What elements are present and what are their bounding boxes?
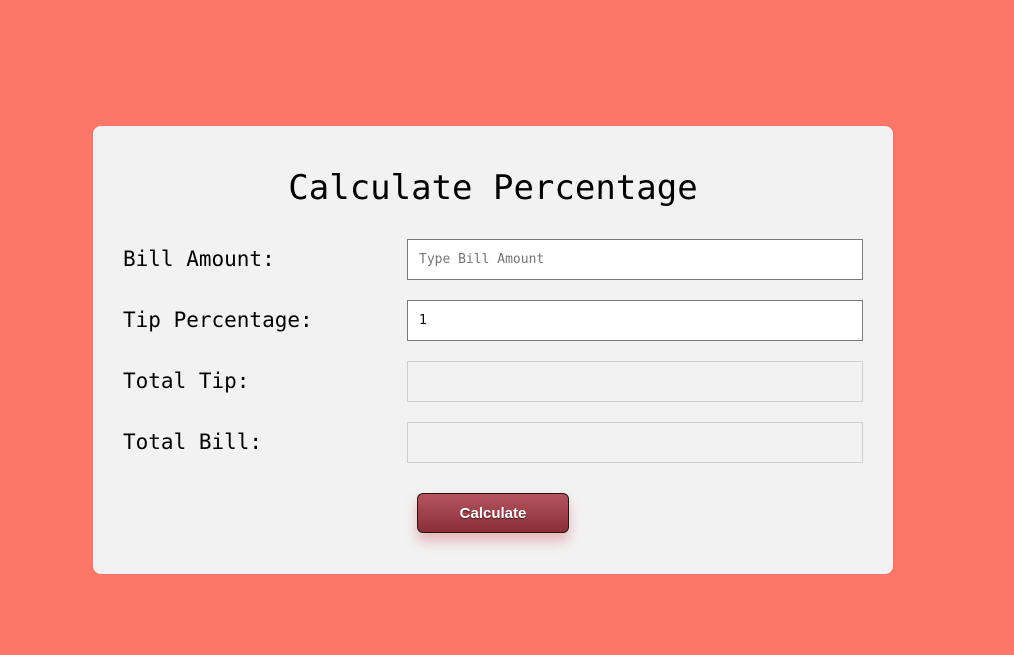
bill-amount-label: Bill Amount: <box>123 247 275 271</box>
bill-amount-row: Bill Amount: <box>123 239 863 280</box>
calculator-card: Calculate Percentage Bill Amount: Tip Pe… <box>93 126 893 574</box>
page-title: Calculate Percentage <box>288 168 698 208</box>
total-tip-label: Total Tip: <box>123 369 250 393</box>
tip-percentage-label: Tip Percentage: <box>123 308 313 332</box>
total-bill-output <box>407 422 863 463</box>
tip-percentage-row: Tip Percentage: <box>123 300 863 341</box>
total-tip-row: Total Tip: <box>123 361 863 402</box>
calculate-button[interactable]: Calculate <box>417 493 569 533</box>
tip-percentage-input[interactable] <box>407 300 863 341</box>
total-bill-label: Total Bill: <box>123 430 263 454</box>
bill-amount-input[interactable] <box>407 239 863 280</box>
total-bill-row: Total Bill: <box>123 422 863 463</box>
total-tip-output <box>407 361 863 402</box>
